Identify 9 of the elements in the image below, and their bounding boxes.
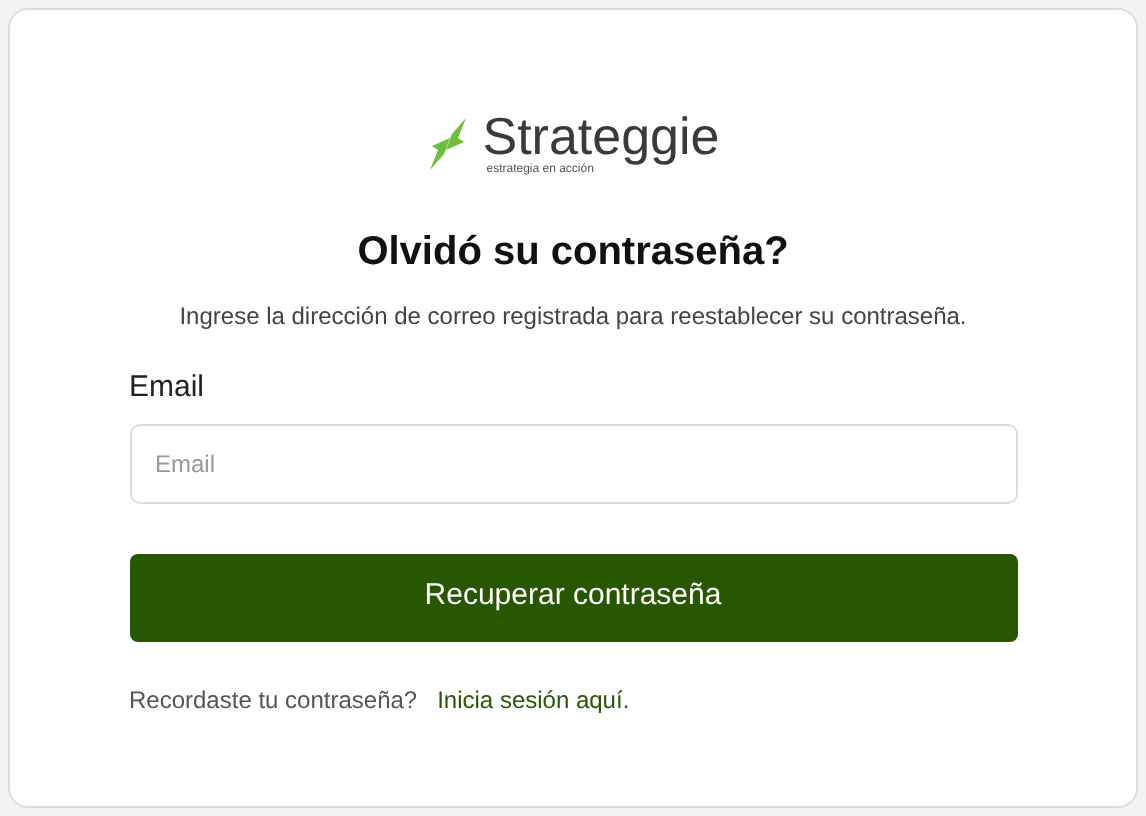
- email-field[interactable]: Email: [129, 423, 1017, 503]
- page-title: Olvidó su contraseña?: [357, 228, 789, 278]
- email-label: Email: [129, 368, 207, 408]
- logo-icon: [426, 114, 471, 174]
- login-link[interactable]: Inicia sesión aquí.: [437, 681, 630, 717]
- recover-password-button[interactable]: Recuperar contraseña: [129, 553, 1017, 641]
- instructions-text: Ingrese la dirección de correo registrada para reestablecer su contraseña.: [179, 300, 967, 334]
- footer-text: Recordaste tu contraseña?: [129, 683, 418, 717]
- logo-name: Strateggie: [482, 110, 720, 162]
